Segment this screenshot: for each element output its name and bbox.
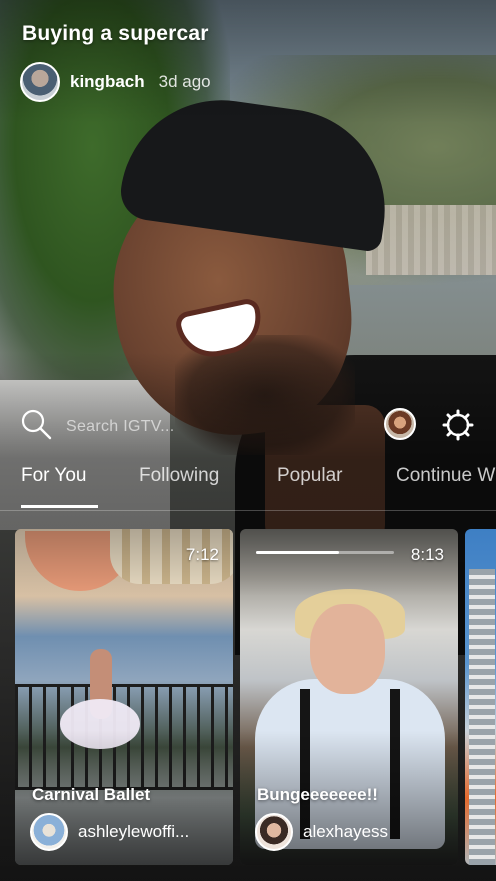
tabs-divider bbox=[0, 510, 496, 511]
video-author[interactable]: kingbach 3d ago bbox=[20, 62, 211, 102]
tab-bar: For You Following Popular Continue W bbox=[0, 465, 496, 509]
tab-following[interactable]: Following bbox=[139, 465, 219, 487]
video-card-title: Carnival Ballet bbox=[32, 785, 151, 804]
video-thumbnail bbox=[465, 529, 496, 865]
video-duration: 8:13 bbox=[410, 545, 444, 564]
video-card[interactable] bbox=[465, 529, 496, 865]
post-time: 3d ago bbox=[158, 72, 211, 91]
card-author-avatar[interactable] bbox=[255, 813, 293, 851]
video-card[interactable]: 7:12 Carnival Ballet ashleylewoffi... bbox=[15, 529, 233, 865]
author-avatar[interactable] bbox=[20, 62, 60, 102]
card-author-avatar[interactable] bbox=[30, 813, 68, 851]
video-card[interactable]: 8:13 Bungeeeeeee!! alexhayess bbox=[240, 529, 458, 865]
video-title: Buying a supercar bbox=[22, 22, 209, 45]
search-input[interactable]: Search IGTV... bbox=[66, 418, 175, 436]
profile-avatar-button[interactable] bbox=[384, 408, 416, 440]
author-username[interactable]: kingbach bbox=[70, 72, 145, 92]
card-author-username[interactable]: ashleylewoffi... bbox=[78, 822, 189, 842]
search-bar[interactable]: Search IGTV... bbox=[20, 408, 175, 445]
card-author-username[interactable]: alexhayess bbox=[303, 822, 388, 842]
video-card-author[interactable]: ashleylewoffi... bbox=[30, 813, 189, 851]
video-card-title: Bungeeeeeee!! bbox=[257, 785, 378, 804]
watch-progress-bar bbox=[256, 551, 394, 554]
tab-popular[interactable]: Popular bbox=[277, 465, 343, 487]
video-duration: 7:12 bbox=[185, 545, 219, 564]
active-tab-indicator bbox=[21, 505, 98, 508]
tab-for-you[interactable]: For You bbox=[21, 465, 87, 487]
search-icon[interactable] bbox=[20, 408, 52, 445]
video-card-author[interactable]: alexhayess bbox=[255, 813, 388, 851]
gear-icon[interactable] bbox=[442, 409, 474, 441]
tab-continue-watching[interactable]: Continue W bbox=[396, 465, 495, 487]
